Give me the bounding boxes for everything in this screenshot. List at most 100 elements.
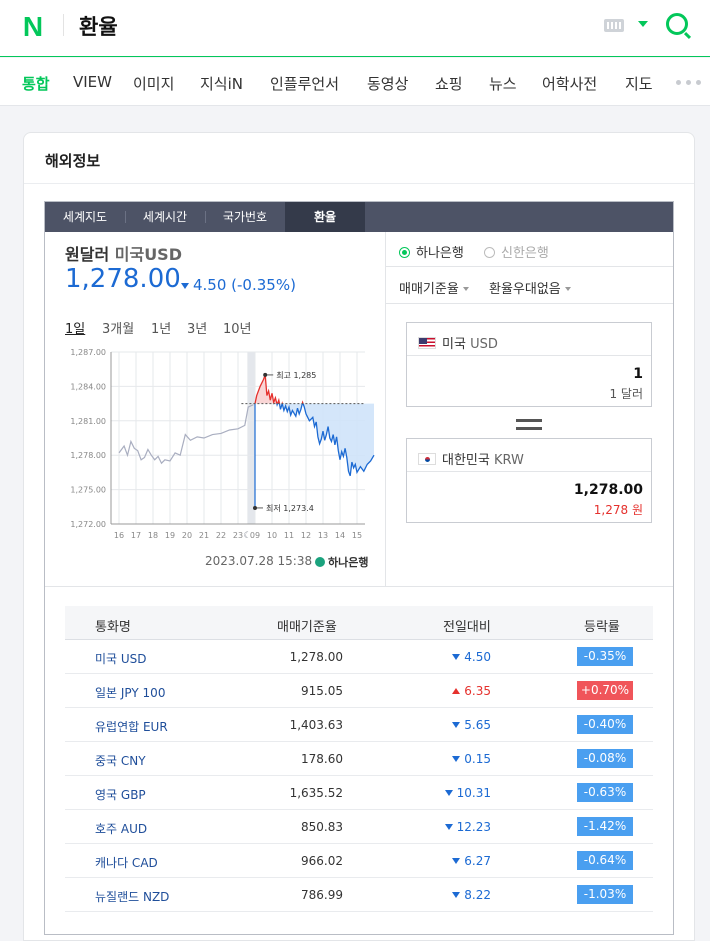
x-tick-label: 10 [267,531,277,540]
rate-diff-value: 5.65 [464,718,491,732]
table-row[interactable]: 뉴질랜드 NZD 786.99 8.22 -1.03% [65,878,653,912]
header: N 환율 [0,0,710,57]
rate-diff: 4.50 [452,650,491,664]
tab-2[interactable]: 이미지 [133,73,174,94]
widget-tab-3[interactable]: 환율 [285,202,365,232]
currency-name[interactable]: 일본 JPY 100 [95,684,165,701]
from-country: 미국 [442,337,466,352]
table-row[interactable]: 영국 GBP 1,635.52 10.31 -0.63% [65,776,653,810]
y-tick-label: 1,281.00 [70,417,106,426]
y-tick-label: 1,287.00 [70,348,106,357]
tab-9[interactable]: 지도 [625,73,653,94]
equals-icon [516,419,542,430]
col-pct: 등락률 [584,620,620,635]
exchange-widget: 세계지도 세계시간 국가번호 환율 원달러 미국USD 1,278.00 4.50 (… [44,201,674,935]
period-2[interactable]: 1년 [151,318,171,337]
tab-4[interactable]: 인플루언서 [270,73,339,94]
header-divider [63,14,64,36]
overnight-band [247,352,255,524]
down-arrow-icon [444,790,453,796]
to-amount[interactable]: 1,278.00 [574,482,643,498]
change-percent: -1.03% [577,885,633,904]
converter-to-currency[interactable]: 대한민국 KRW [407,439,651,472]
bank-option-1[interactable]: 신한은행 [484,242,549,261]
tab-0[interactable]: 통합 [22,73,50,94]
currency-name[interactable]: 영국 GBP [95,786,146,803]
search-query[interactable]: 환율 [79,11,118,41]
more-icon[interactable] [676,80,702,86]
x-tick-label: 20 [182,531,192,540]
moon-icon: ☾ [243,531,251,541]
tab-7[interactable]: 뉴스 [489,73,517,94]
from-amount[interactable]: 1 [633,366,643,382]
bank-logo-text: 하나은행 [328,556,369,569]
rate-diff: 10.31 [444,786,491,800]
base-rate: 786.99 [301,888,343,902]
option-select-0[interactable]: 매매기준율 [399,278,469,297]
option-select-1[interactable]: 환율우대없음 [489,278,571,297]
down-arrow-icon [452,722,461,728]
table-row[interactable]: 유럽연합 EUR 1,403.63 5.65 -0.40% [65,708,653,742]
table-row[interactable]: 중국 CNY 178.60 0.15 -0.08% [65,742,653,776]
table-row[interactable]: 미국 USD 1,278.00 4.50 -0.35% [65,640,653,674]
widget-tab-2[interactable]: 국가번호 [205,202,285,232]
converter-to[interactable]: 대한민국 KRW 1,278.00 1,278 원 [406,438,652,523]
widget-tab-0[interactable]: 세계지도 [45,202,125,232]
currency-name[interactable]: 중국 CNY [95,752,146,769]
low-label: 최저 1,273.4 [266,503,314,513]
table-row[interactable]: 일본 JPY 100 915.05 6.35 +0.70% [65,674,653,708]
from-unit: 1 달러 [609,387,643,401]
rate-chart[interactable]: 1,287.00 1,284.00 1,281.00 1,278.00 1,275.00… [65,342,385,552]
converter-from[interactable]: 미국 USD 1 1 달러 [406,322,652,407]
rate-diff-value: 6.27 [464,854,491,868]
chevron-down-icon[interactable] [638,21,648,27]
below-close-area [255,403,374,476]
col-diff: 전일대비 [443,620,491,635]
us-flag-icon [418,337,436,349]
option-select-label: 매매기준율 [399,282,459,297]
panel-divider [45,586,673,587]
naver-logo[interactable]: N [18,11,48,42]
card-divider [24,183,694,184]
to-unit: 1,278 원 [593,503,643,517]
currency-name[interactable]: 캐나다 CAD [95,854,158,871]
option-selectors: 매매기준율 환율우대없음 [386,268,673,304]
x-tick-label: 22 [216,531,226,540]
change-percent: -0.64% [577,851,633,870]
currency-name[interactable]: 뉴질랜드 NZD [95,888,169,905]
logo-text: N [22,11,44,42]
y-tick-label: 1,278.00 [70,451,106,460]
x-tick-label: 16 [114,531,124,540]
x-tick-label: 15 [352,531,362,540]
search-icon[interactable] [666,13,688,35]
tab-divider [125,211,126,223]
table-row[interactable]: 캐나다 CAD 966.02 6.27 -0.64% [65,844,653,878]
base-rate: 1,403.63 [289,718,343,732]
period-4[interactable]: 10년 [223,318,252,337]
period-3[interactable]: 3년 [187,318,207,337]
period-0[interactable]: 1일 [65,318,85,337]
to-country: 대한민국 [442,453,490,468]
widget-tab-1[interactable]: 세계시간 [125,202,205,232]
period-1[interactable]: 3개월 [102,318,134,337]
tab-5[interactable]: 동영상 [367,73,408,94]
currency-name[interactable]: 미국 USD [95,650,147,667]
converter-from-currency[interactable]: 미국 USD [407,323,651,356]
tab-1[interactable]: VIEW [73,73,112,91]
keyboard-icon[interactable] [604,19,624,32]
bank-option-label: 하나은행 [416,246,464,261]
currency-name[interactable]: 호주 AUD [95,820,147,837]
base-rate: 966.02 [301,854,343,868]
rate-diff-value: 8.22 [464,888,491,902]
tab-8[interactable]: 어학사전 [542,73,597,94]
x-tick-label: 12 [301,531,311,540]
tab-6[interactable]: 쇼핑 [435,73,463,94]
down-arrow-icon [452,756,461,762]
y-tick-label: 1,275.00 [70,486,106,495]
bank-option-0[interactable]: 하나은행 [399,242,464,261]
currency-name[interactable]: 유럽연합 EUR [95,718,168,735]
tab-3[interactable]: 지식iN [200,73,243,94]
rate-diff-value: 0.15 [464,752,491,766]
x-tick-label: 11 [284,531,294,540]
table-row[interactable]: 호주 AUD 850.83 12.23 -1.42% [65,810,653,844]
